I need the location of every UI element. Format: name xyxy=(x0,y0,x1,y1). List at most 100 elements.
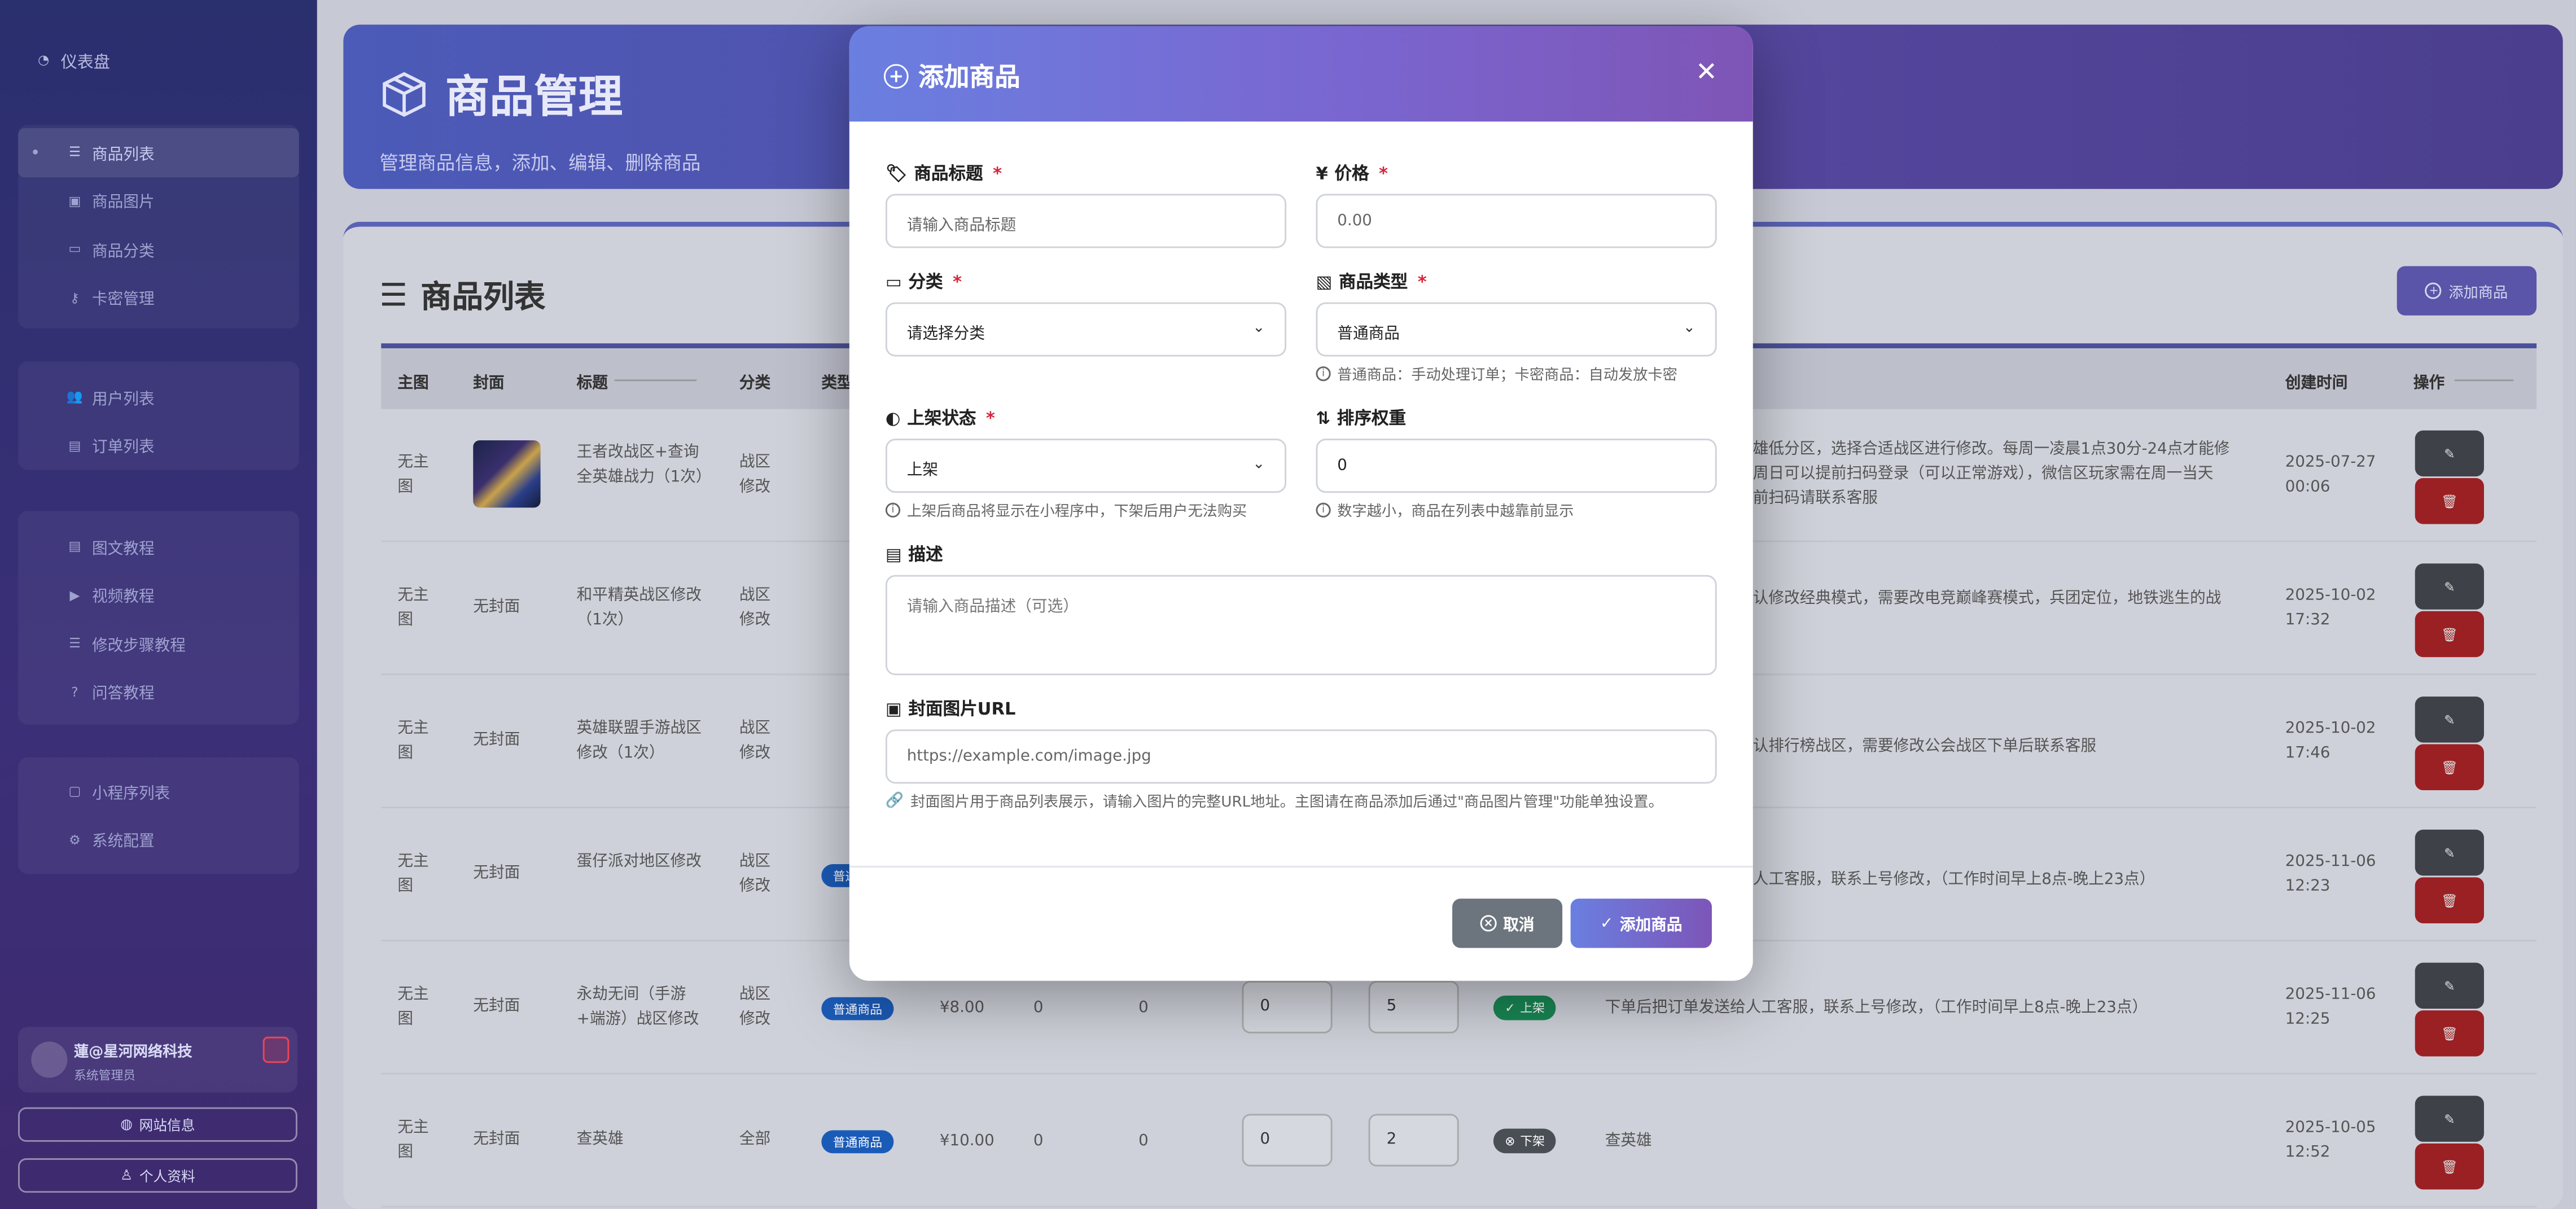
cancel-button[interactable]: × 取消 xyxy=(1452,899,1563,948)
sidebar-item-video-tutorial[interactable]: ▶ 视频教程 xyxy=(18,571,299,619)
pencil-icon: ✎ xyxy=(2444,579,2455,594)
delete-button[interactable]: 🗑 xyxy=(2415,877,2484,923)
cover-thumbnail[interactable] xyxy=(473,440,541,508)
description-textarea[interactable]: 请输入商品描述（可选） xyxy=(885,575,1717,676)
label-text: 商品标题 xyxy=(914,164,983,184)
sidebar-item-label: 商品列表 xyxy=(91,146,155,164)
sidebar-item-step-tutorial[interactable]: ☰ 修改步骤教程 xyxy=(18,619,299,668)
delete-button[interactable]: 🗑 xyxy=(2415,1143,2484,1190)
link-icon: 🔗 xyxy=(885,792,904,809)
sort-input[interactable]: 0 xyxy=(1242,1114,1333,1167)
sort-weight-input[interactable]: 0 xyxy=(1316,439,1717,493)
chevron-down-icon: ⌄ xyxy=(1683,320,1696,337)
cell-price: ¥10.00 xyxy=(939,1132,995,1150)
modal-title: + 添加商品 xyxy=(883,58,1020,94)
button-label: 网站信息 xyxy=(139,1118,195,1134)
edit-button[interactable]: ✎ xyxy=(2415,1096,2484,1142)
delete-button[interactable]: 🗑 xyxy=(2415,744,2484,791)
check-circle-icon: ✓ xyxy=(1505,1000,1515,1015)
sidebar-item-qa-tutorial[interactable]: ? 问答教程 xyxy=(18,668,299,716)
edit-button[interactable]: ✎ xyxy=(2415,430,2484,477)
sidebar-item-dashboard[interactable]: ◔ 仪表盘 xyxy=(36,47,110,72)
submit-add-product-button[interactable]: ✓ 添加商品 xyxy=(1570,899,1712,948)
sidebar-item-product-images[interactable]: ▣ 商品图片 xyxy=(18,177,299,225)
cell-created: 2025-07-27 00:06 xyxy=(2285,453,2376,497)
sidebar-group-tutorials: ▤ 图文教程 ▶ 视频教程 ☰ 修改步骤教程 ? 问答教程 xyxy=(18,511,299,725)
type-hint: i 普通商品：手动处理订单；卡密商品：自动发放卡密 xyxy=(1316,363,1677,384)
label-title: 🏷 商品标题 * xyxy=(886,161,1002,186)
globe-icon: ◍ xyxy=(120,1116,133,1133)
col-created: 创建时间 xyxy=(2285,374,2348,393)
sidebar-item-product-list[interactable]: ☰ 商品列表 xyxy=(18,128,299,177)
hint-text: 普通商品：手动处理订单；卡密商品：自动发放卡密 xyxy=(1337,367,1677,385)
delete-button[interactable]: 🗑 xyxy=(2415,1010,2484,1057)
add-product-modal: + 添加商品 ✕ 🏷 商品标题 * 请输入商品标题 ¥ 价格 * 0.00 ▭ 分类 * 请… xyxy=(849,26,1753,981)
sidebar-item-label: 修改步骤教程 xyxy=(91,637,186,655)
key-icon: ⚷ xyxy=(69,290,80,305)
page-title-text: 商品管理 xyxy=(445,72,623,124)
cell-sold: 0 xyxy=(1138,1132,1149,1150)
cell-cover: 无封面 xyxy=(473,997,520,1015)
edit-button[interactable]: ✎ xyxy=(2415,962,2484,1009)
cover-url-input[interactable]: https://example.com/image.jpg xyxy=(885,729,1717,784)
label-text: 分类 xyxy=(908,273,943,293)
sidebar-item-article-tutorial[interactable]: ▤ 图文教程 xyxy=(18,523,299,571)
tag-icon: 🏷 xyxy=(885,164,908,184)
weight-input[interactable]: 5 xyxy=(1368,980,1459,1033)
price-input[interactable]: 0.00 xyxy=(1316,194,1717,248)
sidebar-item-label: 订单列表 xyxy=(91,439,155,457)
weight-input[interactable]: 2 xyxy=(1368,1114,1459,1167)
select-value: 上架 xyxy=(906,461,939,480)
folder-icon: ▭ xyxy=(885,271,902,292)
list-ol-icon: ☰ xyxy=(68,636,81,651)
label-description: ▤ 描述 xyxy=(886,542,943,567)
sidebar-item-card-keys[interactable]: ⚷ 卡密管理 xyxy=(18,274,299,322)
delete-button[interactable]: 🗑 xyxy=(2415,478,2484,524)
label-category: ▭ 分类 * xyxy=(886,269,962,294)
status-badge[interactable]: ⊗ 下架 xyxy=(1493,1128,1557,1154)
title-input[interactable]: 请输入商品标题 xyxy=(885,194,1287,248)
chevron-down-icon: ⌄ xyxy=(1252,320,1265,337)
add-product-button[interactable]: + 添加商品 xyxy=(2397,266,2537,316)
cell-category: 战区修改 xyxy=(739,985,771,1029)
x-circle-icon: ⊗ xyxy=(1505,1133,1515,1149)
delete-button[interactable]: 🗑 xyxy=(2415,611,2484,658)
cell-cover: 无封面 xyxy=(473,731,520,750)
user-name: 蓮@星河网络科技 xyxy=(73,1045,192,1062)
site-info-button[interactable]: ◍ 网站信息 xyxy=(18,1107,297,1142)
cell-cover: 无封面 xyxy=(473,598,520,616)
gear-icon: ⚙ xyxy=(68,832,81,848)
sidebar-item-settings[interactable]: ⚙ 系统配置 xyxy=(18,816,299,864)
profile-button[interactable]: ♙ 个人资料 xyxy=(18,1158,297,1193)
sidebar-item-categories[interactable]: ▭ 商品分类 xyxy=(18,225,299,274)
close-icon[interactable]: ✕ xyxy=(1696,58,1718,86)
image-icon: ▣ xyxy=(68,193,81,208)
col-type: 类型 xyxy=(821,374,853,393)
avatar xyxy=(31,1041,68,1078)
col-actions: 操作 xyxy=(2413,374,2445,393)
sidebar-item-label: 图文教程 xyxy=(91,540,155,558)
sort-input[interactable]: 0 xyxy=(1242,980,1333,1033)
sidebar-item-miniprograms[interactable]: ▢ 小程序列表 xyxy=(18,767,299,816)
trash-icon: 🗑 xyxy=(2441,1026,2458,1041)
document-icon: ▤ xyxy=(885,544,902,564)
status-badge[interactable]: ✓ 上架 xyxy=(1493,995,1557,1020)
type-select[interactable]: 普通商品 ⌄ xyxy=(1316,302,1717,357)
trash-icon: 🗑 xyxy=(2441,892,2458,908)
list-title-text: 商品列表 xyxy=(420,279,546,316)
cell-created: 2025-10-02 17:46 xyxy=(2285,719,2376,763)
label-sort: ⇅ 排序权重 xyxy=(1316,406,1406,431)
edit-button[interactable]: ✎ xyxy=(2415,829,2484,876)
edit-button[interactable]: ✎ xyxy=(2415,697,2484,743)
logout-button[interactable] xyxy=(262,1036,290,1063)
sidebar-item-users[interactable]: 👥 用户列表 xyxy=(18,373,299,422)
sidebar-item-orders[interactable]: ▤ 订单列表 xyxy=(18,422,299,470)
plus-circle-icon: + xyxy=(2425,282,2442,299)
button-label: 个人资料 xyxy=(139,1168,195,1186)
trash-icon: 🗑 xyxy=(2441,760,2458,775)
edit-button[interactable]: ✎ xyxy=(2415,563,2484,610)
hint-text: 上架后商品将显示在小程序中，下架后用户无法购买 xyxy=(906,504,1247,521)
sidebar: ◔ 仪表盘 ☰ 商品列表 ▣ 商品图片 ▭ 商品分类 ⚷ 卡密管理 👥 用户列表 ▤ 订单列… xyxy=(0,0,317,1209)
category-select[interactable]: 请选择分类 ⌄ xyxy=(885,302,1287,357)
status-select[interactable]: 上架 ⌄ xyxy=(885,439,1287,493)
